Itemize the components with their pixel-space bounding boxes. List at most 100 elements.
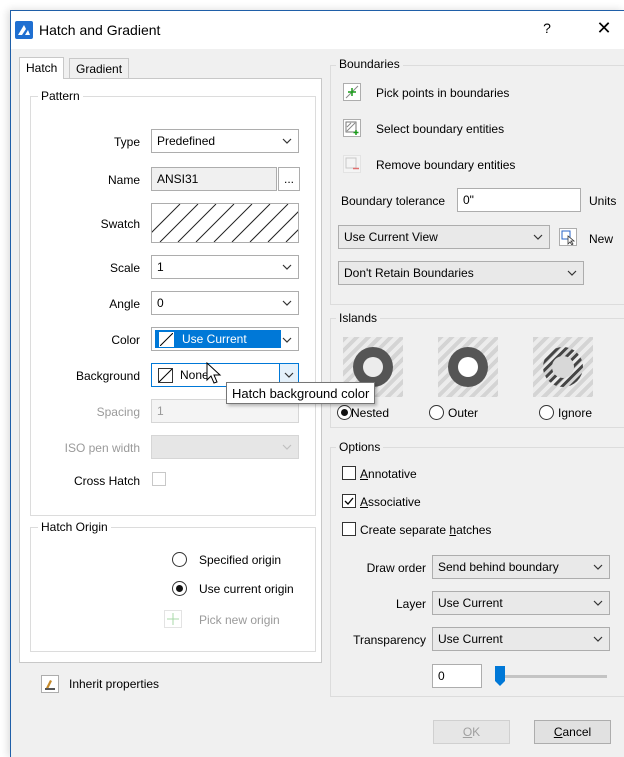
transparency-slider-thumb[interactable] — [495, 666, 505, 686]
inherit-properties-icon[interactable] — [41, 675, 59, 693]
pick-points-icon[interactable] — [343, 83, 361, 101]
draw-order-select[interactable]: Send behind boundary — [432, 555, 610, 579]
ignore-radio[interactable] — [539, 405, 554, 420]
chevron-down-icon — [566, 267, 578, 279]
transparency-number-field[interactable]: 0 — [432, 664, 482, 688]
pick-origin-icon[interactable] — [164, 610, 182, 628]
color-swatch-icon — [159, 332, 174, 347]
new-boundary-set-label[interactable]: New — [589, 232, 613, 246]
swatch-preview[interactable] — [141, 203, 325, 243]
remove-entities-label[interactable]: Remove boundary entities — [376, 158, 515, 172]
name-field[interactable]: ANSI31 — [151, 167, 277, 191]
nested-label[interactable]: Nested — [351, 406, 389, 420]
chevron-down-icon — [281, 441, 293, 453]
scale-select-value: 1 — [157, 260, 164, 274]
units-label: Units — [589, 194, 617, 208]
transparency-select[interactable]: Use Current — [432, 627, 610, 651]
tab-gradient[interactable]: Gradient — [69, 58, 130, 78]
angle-select[interactable]: 0 — [151, 291, 299, 315]
transparency-value: Use Current — [438, 632, 503, 646]
boundary-view-value: Use Current View — [344, 230, 438, 244]
app-icon — [15, 21, 33, 39]
chevron-down-icon — [592, 561, 604, 573]
chevron-down-icon — [284, 372, 294, 378]
spacing-label: Spacing — [96, 405, 140, 419]
ignore-label[interactable]: Ignore — [558, 406, 592, 420]
background-select-value: None — [180, 368, 209, 382]
chevron-down-icon — [281, 135, 293, 147]
outer-radio[interactable] — [429, 405, 444, 420]
scale-select[interactable]: 1 — [151, 255, 299, 279]
use-current-origin-radio[interactable] — [172, 581, 187, 596]
chevron-down-icon — [532, 231, 544, 243]
chevron-down-icon — [281, 297, 293, 309]
retain-boundaries-select[interactable]: Don't Retain Boundaries — [338, 261, 584, 285]
name-label: Name — [107, 173, 140, 187]
ok-button[interactable]: OK — [433, 720, 510, 744]
boundary-tolerance-field[interactable]: 0" — [457, 188, 581, 212]
scale-label: Scale — [109, 261, 140, 275]
pick-points-label[interactable]: Pick points in boundaries — [376, 86, 509, 100]
draw-order-value: Send behind boundary — [438, 560, 559, 574]
mouse-cursor-icon — [206, 361, 224, 386]
layer-label: Layer — [395, 597, 426, 611]
select-entities-label[interactable]: Select boundary entities — [376, 122, 504, 136]
outer-label[interactable]: Outer — [448, 406, 478, 420]
title-bar: Hatch and Gradient ? ✕ — [11, 11, 624, 49]
angle-label: Angle — [109, 297, 140, 311]
layer-select[interactable]: Use Current — [432, 591, 610, 615]
options-group-title: Options — [336, 440, 384, 454]
iso-pen-width-select[interactable] — [151, 435, 299, 459]
separate-hatches-label[interactable]: Create separate hatches — [360, 523, 491, 537]
inherit-properties-label[interactable]: Inherit properties — [69, 677, 159, 691]
close-button[interactable]: ✕ — [589, 18, 619, 42]
specified-origin-radio[interactable] — [172, 552, 187, 567]
transparency-label: Transparency — [353, 633, 426, 647]
separate-hatches-checkbox[interactable] — [342, 522, 356, 536]
specified-origin-label[interactable]: Specified origin — [199, 553, 281, 567]
color-select-value: Use Current — [182, 332, 247, 346]
chevron-down-icon — [592, 597, 604, 609]
annotative-label[interactable]: Annotative — [360, 467, 417, 481]
boundaries-group-title: Boundaries — [336, 57, 403, 71]
hatch-swatch-pattern — [141, 203, 325, 243]
islands-group-title: Islands — [336, 311, 381, 325]
hatch-origin-group-title: Hatch Origin — [38, 520, 111, 534]
pick-new-origin-label[interactable]: Pick new origin — [199, 613, 280, 627]
chevron-down-icon — [592, 633, 604, 645]
boundary-tolerance-label: Boundary tolerance — [341, 194, 446, 208]
type-select[interactable]: Predefined — [151, 129, 299, 153]
transparency-slider-track[interactable] — [497, 675, 607, 678]
new-boundary-set-icon[interactable] — [559, 228, 577, 246]
retain-boundaries-value: Don't Retain Boundaries — [344, 266, 474, 280]
associative-checkbox[interactable] — [342, 494, 356, 508]
outer-island-preview[interactable] — [438, 337, 498, 397]
pattern-group-title: Pattern — [38, 89, 83, 103]
help-button[interactable]: ? — [533, 20, 561, 42]
chevron-down-icon — [281, 261, 293, 273]
associative-label[interactable]: Associative — [360, 495, 421, 509]
type-label: Type — [113, 135, 140, 149]
tab-hatch[interactable]: Hatch — [19, 57, 65, 79]
cancel-button[interactable]: Cancel — [534, 720, 611, 744]
draw-order-label: Draw order — [366, 561, 426, 575]
annotative-checkbox[interactable] — [342, 466, 356, 480]
color-label: Color — [111, 333, 140, 347]
angle-select-value: 0 — [157, 296, 164, 310]
remove-entities-icon[interactable] — [343, 155, 361, 173]
use-current-origin-label[interactable]: Use current origin — [199, 582, 294, 596]
select-entities-icon[interactable] — [343, 119, 361, 137]
cross-hatch-checkbox[interactable] — [152, 472, 166, 486]
window-title: Hatch and Gradient — [39, 22, 161, 38]
color-select[interactable]: Use Current — [151, 327, 299, 351]
boundary-view-select[interactable]: Use Current View — [338, 225, 550, 249]
no-color-swatch-icon — [158, 368, 173, 383]
layer-value: Use Current — [438, 596, 503, 610]
cross-hatch-label: Cross Hatch — [73, 474, 140, 488]
background-color-tooltip: Hatch background color — [226, 382, 376, 404]
nested-radio[interactable] — [337, 405, 352, 420]
swatch-label: Swatch — [100, 217, 140, 231]
hatch-tab-panel: Pattern Type Predefined Name ANSI31 ... … — [19, 78, 325, 663]
ignore-island-preview[interactable] — [533, 337, 593, 397]
pattern-browse-button[interactable]: ... — [278, 167, 300, 191]
